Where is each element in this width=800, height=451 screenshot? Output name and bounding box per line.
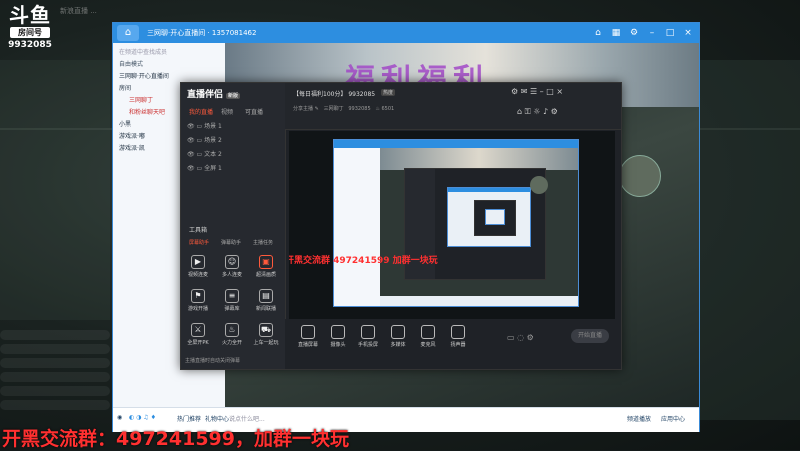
scene-row[interactable]: 👁 ▭ 文本 2 [187, 149, 222, 158]
feed-item [0, 400, 110, 410]
scene-row[interactable]: 👁 ▭ 全屏 1 [187, 163, 222, 172]
stream-title[interactable]: 【每日福利100分】 9932085 [293, 89, 375, 98]
hot-recommend-link[interactable]: 热门推荐 [177, 414, 201, 423]
overlay-group-text: 开黑交流群：497241599，加群一块玩 [2, 428, 349, 450]
media-icon [391, 325, 405, 339]
video-link-tool[interactable]: ▶ 视频连麦 [183, 255, 213, 281]
minimap [619, 155, 661, 197]
tree-item-group[interactable]: 小黑 [119, 119, 131, 128]
car-icon: ⛟ [259, 323, 273, 337]
tree-item-group[interactable]: 游戏派·凯 [119, 143, 145, 152]
toolbox-label: 工具箱 [189, 227, 208, 234]
app-center-link[interactable]: 应用中心 [661, 414, 685, 423]
hd-icon: ▣ [259, 255, 273, 269]
tree-item-group[interactable]: 游戏派·嘟 [119, 131, 145, 140]
chat-input[interactable]: 说点什么吧... [229, 414, 265, 423]
news-icon: ▤ [259, 289, 273, 303]
scene-row[interactable]: 👁 ▭ 场景 2 [187, 135, 222, 144]
media-button[interactable]: 多媒体 [381, 325, 415, 348]
nested-yy-window [333, 139, 579, 307]
room-id: 9932085 [8, 40, 52, 50]
tree-item-room[interactable]: 房间 [119, 83, 131, 92]
version-badge: 新版 [226, 93, 241, 99]
microphone-icon [421, 325, 435, 339]
multi-link-tool[interactable]: ☺ 多人连麦 [217, 255, 247, 281]
bottom-hint: 主播直播时自动关闭弹幕 [185, 358, 241, 364]
screen-icon [301, 325, 315, 339]
scene-row[interactable]: 👁 ▭ 场景 1 [187, 121, 222, 130]
tab-video[interactable]: 视频 [221, 107, 233, 116]
game-icon: ⚑ [191, 289, 205, 303]
top-strip-text: 新浪直播 ... [60, 7, 97, 15]
overlay-text-small: 开黑交流群 497241599 加群一块玩 [289, 256, 438, 266]
tab-host-task[interactable]: 主播任务 [253, 239, 273, 246]
footer-icons[interactable]: ▭ ◌ ⚙ [507, 333, 534, 342]
stream-preview: 开黑交流群 497241599 加群一块玩 [289, 131, 615, 319]
avatar[interactable]: ◉ [117, 414, 122, 421]
start-live-button[interactable]: 开始直播 [571, 329, 609, 343]
background-chat-feed [0, 330, 110, 414]
header-meta: 分享主播 ✎ 三网聊丁 9932085 ♨ 6501 [293, 106, 395, 112]
gift-center-link[interactable]: 礼物中心 [205, 414, 229, 423]
video-icon: ▶ [191, 255, 205, 269]
window-controls[interactable]: ⚙ ✉ ☰ – □ × [511, 87, 563, 96]
maximize-icon[interactable]: □ [663, 26, 677, 40]
play-together-tool[interactable]: ⛟ 上车一起玩 [251, 323, 281, 349]
tab-danmaku-helper[interactable]: 弹幕助手 [221, 239, 241, 246]
nested-yy-window-2 [447, 187, 531, 247]
companion-logo: 直播伴侣 新版 [187, 87, 241, 100]
companion-sidebar: 直播伴侣 新版 我的直播 视频 可直播 👁 ▭ 场景 1 👁 ▭ 场景 2 👁 ▭… [181, 83, 286, 369]
phone-icon [361, 325, 375, 339]
feed-item [0, 344, 110, 354]
tree-item-user[interactable]: 三网聊丁 [129, 95, 153, 104]
streamer-companion-window: 直播伴侣 新版 我的直播 视频 可直播 👁 ▭ 场景 1 👁 ▭ 场景 2 👁 ▭… [180, 82, 622, 370]
header-action-icons[interactable]: ⌂ ⚿ ☼ ♪ ⚙ [517, 107, 558, 117]
channel-play-link[interactable]: 频道播放 [627, 414, 651, 423]
fire-icon: ♨ [225, 323, 239, 337]
speaker-icon [451, 325, 465, 339]
yy-window-title: 三网聊·开心直播间 · 1357081462 [147, 29, 257, 37]
tree-item-channel[interactable]: 三网聊·开心直播间 [119, 71, 169, 80]
tree-item-user[interactable]: 和粉丝聊天吧 [129, 107, 165, 116]
pk-tool[interactable]: ⚔ 全屏开PK [183, 323, 213, 349]
feed-item [0, 372, 110, 382]
tab-my-live[interactable]: 我的直播 [189, 107, 213, 116]
news-tool[interactable]: ▤ 新闻联播 [251, 289, 281, 315]
feed-item [0, 386, 110, 396]
douyu-logo: 斗鱼 [9, 3, 51, 27]
danmaku-lib-tool[interactable]: ≡ 弹幕库 [217, 289, 247, 315]
home-icon[interactable]: ⌂ [117, 25, 139, 41]
microphone-button[interactable]: 麦克风 [411, 325, 445, 348]
speaker-button[interactable]: 扬声器 [441, 325, 475, 348]
minimize-icon[interactable]: – [645, 26, 659, 40]
member-search-input[interactable]: 在频道中查找成员 [119, 47, 167, 56]
room-label: 房间号 [10, 27, 50, 38]
pk-icon: ⚔ [191, 323, 205, 337]
fire-tool[interactable]: ♨ 火力全开 [217, 323, 247, 349]
game-live-tool[interactable]: ⚑ 游戏开播 [183, 289, 213, 315]
camera-icon [331, 325, 345, 339]
feed-item [0, 330, 110, 340]
hd-quality-tool[interactable]: ▣ 超清画质 [251, 255, 281, 281]
feed-item [0, 358, 110, 368]
screen-capture-button[interactable]: 直播屏幕 [291, 325, 325, 348]
channel-mode[interactable]: 自由模式 [119, 59, 143, 68]
grid-icon[interactable]: ▦ [609, 26, 623, 40]
toolbar-icons[interactable]: ◐ ◑ ♫ ♦ [129, 414, 156, 421]
settings-icon[interactable]: ⚙ [627, 26, 641, 40]
home-nav-icon[interactable]: ⌂ [591, 26, 605, 40]
phone-cast-button[interactable]: 手机投屏 [351, 325, 385, 348]
people-icon: ☺ [225, 255, 239, 269]
camera-button[interactable]: 摄像头 [321, 325, 355, 348]
close-icon[interactable]: × [681, 26, 695, 40]
logo-text: 直播伴侣 [187, 90, 224, 100]
companion-footer: 直播屏幕 摄像头 手机投屏 多媒体 麦克风 扬声器 ▭ ◌ ⚙ 开始直播 [285, 319, 621, 369]
heat-badge: 热度 [381, 89, 396, 96]
tab-live[interactable]: 可直播 [245, 107, 263, 116]
douyu-room-badge: 斗鱼 房间号 9932085 [4, 4, 56, 56]
companion-header: 【每日福利100分】 9932085 热度 分享主播 ✎ 三网聊丁 993208… [285, 83, 621, 130]
yy-titlebar: ⌂ 三网聊·开心直播间 · 1357081462 ⌂ ▦ ⚙ – □ × [113, 23, 699, 43]
tab-screen-helper[interactable]: 屏幕助手 [189, 239, 209, 246]
danmaku-icon: ≡ [225, 289, 239, 303]
